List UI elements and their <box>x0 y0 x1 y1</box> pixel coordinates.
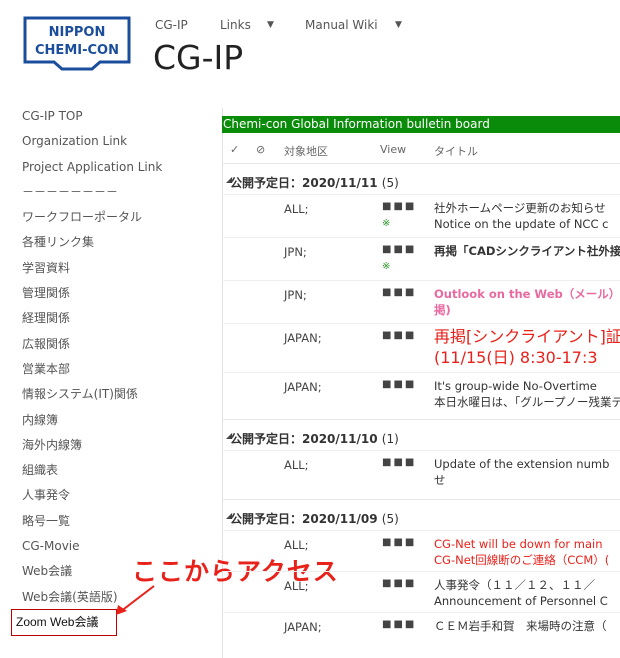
col-view-header[interactable]: View <box>380 143 406 156</box>
sidebar-item-abbreviations[interactable]: 略号一覧 <box>22 513 212 538</box>
row-area: JAPAN; <box>284 620 322 634</box>
row-view: ■■■ <box>382 537 417 548</box>
sidebar-item-sales[interactable]: 営業本部 <box>22 361 212 386</box>
row-view: ■■■ <box>382 244 417 255</box>
row-title[interactable]: Update of the extension numb せ <box>434 456 609 488</box>
row-title[interactable]: 再掲[シンクライアント]証明 (11/15(日) 8:30-17:3 <box>434 326 620 368</box>
row-title[interactable]: CG-Net will be down for main CG-Net回線断のご連… <box>434 536 609 568</box>
row-area: JPN; <box>284 288 307 302</box>
table-row[interactable]: ALL; ■■■ ※ 社外ホームページ更新のお知らせ Notice on the … <box>222 194 620 237</box>
row-title[interactable]: ＣＥＭ岩手和賀 来場時の注意（ <box>434 618 607 634</box>
row-area: ALL; <box>284 458 309 472</box>
row-title[interactable]: Outlook on the Web（メール） 掲) <box>434 286 620 318</box>
row-area: JPN; <box>284 245 307 259</box>
logo-line1: NIPPON <box>49 25 106 40</box>
row-view: ■■■ <box>382 457 417 468</box>
table-row[interactable]: JAPAN; ■■■ It's group-wide No-Overtime 本日… <box>222 372 620 419</box>
row-title[interactable]: 人事発令（１１／１２、１１／ Announcement of Personnel … <box>434 577 608 609</box>
caret-down-icon[interactable]: ▼ <box>395 20 402 30</box>
group-count: (1) <box>381 432 399 446</box>
sidebar-item-org-chart[interactable]: 組織表 <box>22 462 212 487</box>
table-row[interactable]: JPN; ■■■ Outlook on the Web（メール） 掲) <box>222 280 620 323</box>
row-area: JAPAN; <box>284 380 322 394</box>
row-view: ■■■ <box>382 578 417 589</box>
group-count: (5) <box>381 176 399 190</box>
row-title[interactable]: 再掲「CADシンクライアント社外接続 <box>434 243 620 259</box>
bulletin-board: Chemi-con Global Information bulletin bo… <box>222 116 620 658</box>
row-title[interactable]: It's group-wide No-Overtime 本日水曜日は、「グループノ… <box>434 378 620 410</box>
col-area-header[interactable]: 対象地区 <box>284 143 328 159</box>
group-header[interactable]: ◢ 公開予定日：2020/11/09 (5) <box>222 499 620 530</box>
sidebar-item-extension-list[interactable]: 内線簿 <box>22 412 212 437</box>
table-row[interactable]: ALL; ■■■ CG-Net will be down for main CG-… <box>222 530 620 571</box>
table-row[interactable]: ALL; ■■■ Update of the extension numb せ <box>222 450 620 499</box>
group-count: (5) <box>381 512 399 526</box>
group-date: 公開予定日：2020/11/09 <box>230 512 378 526</box>
col-title-header[interactable]: タイトル <box>434 143 478 159</box>
left-sidebar: CG-IP TOP Organization Link Project Appl… <box>22 108 212 614</box>
sidebar-separator: －－－－－－－－ <box>22 184 119 199</box>
row-area: ALL; <box>284 579 309 593</box>
board-header-row: ✓ ⊘ 対象地区 View タイトル <box>222 133 620 163</box>
board-title: Chemi-con Global Information bulletin bo… <box>222 116 620 133</box>
row-title[interactable]: 社外ホームページ更新のお知らせ Notice on the update of N… <box>434 200 608 232</box>
logo-line2: CHEMI-CON <box>35 43 119 58</box>
sidebar-item-accounting[interactable]: 経理関係 <box>22 310 212 335</box>
nav-cgip[interactable]: CG-IP <box>155 18 188 32</box>
group-date: 公開予定日：2020/11/11 <box>230 176 378 190</box>
row-view: ■■■ <box>382 287 417 298</box>
site-title: CG-IP <box>153 38 244 77</box>
sidebar-item-links[interactable]: 各種リンク集 <box>22 234 212 259</box>
nav-manual-wiki[interactable]: Manual Wiki <box>305 18 378 32</box>
sidebar-item-zoom-web-meeting[interactable]: Zoom Web会議 <box>11 609 117 636</box>
check-icon[interactable]: ✓ <box>230 143 239 156</box>
table-row[interactable]: JAPAN; ■■■ 再掲[シンクライアント]証明 (11/15(日) 8:30-… <box>222 323 620 372</box>
sidebar-item-pr[interactable]: 広報関係 <box>22 336 212 361</box>
sidebar-item-it[interactable]: 情報システム(IT)関係 <box>22 386 212 411</box>
table-row[interactable]: ALL; ■■■ 人事発令（１１／１２、１１／ Announcement of P… <box>222 571 620 612</box>
caret-down-icon[interactable]: ▼ <box>267 20 274 30</box>
row-view: ■■■ <box>382 201 417 212</box>
row-view: ■■■ <box>382 330 417 341</box>
row-view: ■■■ <box>382 379 417 390</box>
nav-links[interactable]: Links <box>220 18 251 32</box>
callout-arrow-icon <box>116 585 155 615</box>
sidebar-item-learning[interactable]: 学習資料 <box>22 260 212 285</box>
group-header[interactable]: ◢ 公開予定日：2020/11/10 (1) <box>222 419 620 450</box>
paperclip-icon[interactable]: ⊘ <box>256 143 265 156</box>
sidebar-item-overseas-extension[interactable]: 海外内線簿 <box>22 437 212 462</box>
new-icon: ※ <box>382 218 391 229</box>
table-row[interactable]: JPN; ■■■ ※ 再掲「CADシンクライアント社外接続 <box>222 237 620 280</box>
sidebar-item-project-application-link[interactable]: Project Application Link <box>22 159 212 184</box>
row-area: JAPAN; <box>284 331 322 345</box>
row-area: ALL; <box>284 202 309 216</box>
sidebar-item-workflow-portal[interactable]: ワークフローポータル <box>22 209 212 234</box>
table-row[interactable]: JAPAN; ■■■ ＣＥＭ岩手和賀 来場時の注意（ <box>222 612 620 653</box>
group-header[interactable]: ◢ 公開予定日：2020/11/11 (5) <box>222 163 620 194</box>
row-view: ■■■ <box>382 619 417 630</box>
sidebar-item-organization-link[interactable]: Organization Link <box>22 133 212 158</box>
group-date: 公開予定日：2020/11/10 <box>230 432 378 446</box>
sidebar-item-admin[interactable]: 管理関係 <box>22 285 212 310</box>
sidebar-item-personnel[interactable]: 人事発令 <box>22 487 212 512</box>
row-area: ALL; <box>284 538 309 552</box>
sidebar-item-cgip-top[interactable]: CG-IP TOP <box>22 108 212 133</box>
new-icon: ※ <box>382 261 391 272</box>
nippon-chemicon-logo[interactable]: NIPPON CHEMI-CON <box>22 14 132 72</box>
